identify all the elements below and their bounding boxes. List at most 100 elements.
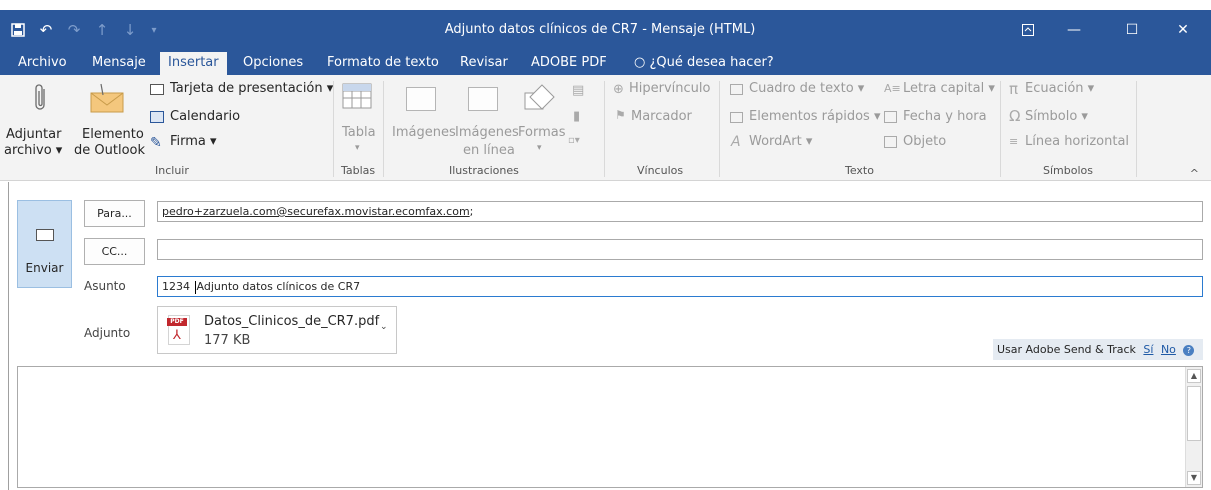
group-simbolos-label: Símbolos: [1043, 164, 1093, 177]
tarjeta-label: Tarjeta de presentación ▾: [170, 81, 334, 96]
scroll-thumb[interactable]: [1187, 386, 1201, 441]
save-icon[interactable]: [6, 10, 30, 50]
ribbon-separator: [383, 81, 384, 177]
group-tablas-label: Tablas: [341, 164, 376, 177]
online-picture-icon: [468, 87, 498, 111]
quick-parts-icon: [730, 112, 743, 123]
omega-icon: Ω: [1009, 107, 1021, 125]
cc-button[interactable]: CC...: [84, 238, 145, 265]
adobe-send-track-bar: Usar Adobe Send & Track Sí No ?: [993, 339, 1203, 360]
tab-opciones[interactable]: Opciones: [243, 50, 303, 75]
hyperlink-icon: ⊕: [613, 82, 624, 97]
help-icon[interactable]: ?: [1183, 344, 1195, 356]
imagenes-label: Imágenes: [392, 125, 456, 140]
date-time-icon: [884, 111, 897, 123]
tell-me-search[interactable]: ○ ¿Qué desea hacer?: [634, 50, 774, 75]
tab-mensaje[interactable]: Mensaje: [92, 50, 146, 75]
group-vinculos-label: Vínculos: [637, 164, 684, 177]
vertical-scrollbar[interactable]: ▲ ▼: [1185, 367, 1202, 487]
table-icon: [342, 83, 372, 112]
tabla-label: Tabla: [342, 125, 376, 140]
outlook-item-icon: [90, 83, 124, 116]
redo-icon[interactable]: ↷: [62, 10, 86, 50]
message-body[interactable]: ▲ ▼: [17, 366, 1203, 488]
tab-adobe-pdf[interactable]: ADOBE PDF: [531, 50, 607, 75]
chart-icon[interactable]: ▮: [573, 109, 580, 124]
shapes-icon: [524, 83, 558, 116]
signature-icon: ✎: [150, 135, 162, 151]
adobe-no-link[interactable]: No: [1161, 343, 1176, 356]
pi-icon: π: [1009, 80, 1019, 98]
attachment-label: Adjunto: [84, 326, 131, 340]
bookmark-icon: ⚑: [615, 108, 626, 122]
subject-field[interactable]: 1234 Adjunto datos clínicos de CR7: [157, 276, 1203, 297]
scroll-down-icon[interactable]: ▼: [1187, 471, 1201, 485]
ribbon-separator: [1000, 81, 1001, 177]
imagenes-linea-label-1: Imágenes: [455, 125, 519, 140]
drop-cap-icon: A≡: [884, 82, 901, 95]
collapse-ribbon-icon[interactable]: ^: [1190, 167, 1199, 180]
window-title: Adjunto datos clínicos de CR7 - Mensaje …: [444, 22, 756, 37]
elemento-label-2: de Outlook: [74, 143, 145, 158]
calendar-icon: [150, 111, 164, 123]
cc-field[interactable]: [157, 239, 1203, 260]
chevron-down-icon: ▾: [355, 143, 360, 153]
close-icon[interactable]: ✕: [1160, 10, 1206, 50]
to-separator: ;: [469, 205, 474, 218]
send-label: Enviar: [25, 261, 64, 275]
lightbulb-icon: ○: [634, 55, 646, 70]
customize-toolbar-icon[interactable]: ▾: [142, 10, 166, 50]
tab-revisar[interactable]: Revisar: [460, 50, 508, 75]
ribbon-display-icon[interactable]: [1005, 10, 1051, 50]
to-field[interactable]: pedro+zarzuela.com@securefax.movistar.ec…: [157, 201, 1203, 222]
arrow-up-icon[interactable]: ↑: [90, 10, 114, 50]
pdf-tag: PDF: [167, 318, 187, 326]
firma-label: Firma ▾: [170, 134, 217, 149]
group-ilustraciones-label: Ilustraciones: [449, 164, 519, 177]
tell-me-label: ¿Qué desea hacer?: [649, 55, 774, 70]
imagenes-linea-label-2: en línea: [463, 143, 515, 158]
tab-formato-texto[interactable]: Formato de texto: [327, 50, 439, 75]
chevron-down-icon: ▾: [537, 143, 542, 153]
maximize-icon[interactable]: ☐: [1109, 10, 1155, 50]
text-box-icon: [730, 84, 743, 95]
adobe-yes-link[interactable]: Sí: [1143, 343, 1153, 356]
to-button[interactable]: Para...: [84, 200, 145, 227]
fecha-hora-label: Fecha y hora: [903, 109, 987, 124]
screenshot-icon[interactable]: ▫▾: [568, 135, 580, 146]
attachment-dropdown-icon[interactable]: ⌄: [380, 322, 388, 332]
attachment-item[interactable]: PDF ⅄ Datos_Clinicos_de_CR7.pdf 177 KB ⌄: [157, 306, 397, 354]
tab-archivo[interactable]: Archivo: [18, 50, 67, 75]
cuadro-texto-label: Cuadro de texto ▾: [749, 81, 865, 96]
scroll-up-icon[interactable]: ▲: [1187, 369, 1201, 383]
arrow-down-icon[interactable]: ↓: [118, 10, 142, 50]
ribbon-separator: [604, 81, 605, 177]
objeto-label: Objeto: [903, 134, 947, 149]
adobe-send-track-text: Usar Adobe Send & Track: [997, 343, 1136, 356]
linea-horizontal-label: Línea horizontal: [1025, 134, 1130, 149]
attachment-name: Datos_Clinicos_de_CR7.pdf: [204, 314, 380, 329]
subject-text-start: 1234: [162, 280, 194, 293]
undo-icon[interactable]: ↶: [34, 10, 58, 50]
send-button[interactable]: Enviar: [17, 200, 72, 288]
ribbon-separator: [719, 81, 720, 177]
marcador-label: Marcador: [631, 109, 692, 124]
wordart-icon: A: [731, 134, 741, 150]
to-recipient[interactable]: pedro+zarzuela.com@securefax.movistar.ec…: [162, 205, 470, 218]
elementos-rapidos-label: Elementos rápidos ▾: [749, 109, 881, 124]
elemento-label-1: Elemento: [82, 127, 144, 142]
ribbon-separator: [1136, 81, 1137, 177]
horizontal-line-icon: ≡: [1009, 135, 1019, 148]
tab-insertar[interactable]: Insertar: [160, 52, 227, 75]
formas-label: Formas: [518, 125, 566, 140]
text-caret: [194, 280, 196, 294]
business-card-icon: [150, 84, 164, 95]
ecuacion-label: Ecuación ▾: [1025, 81, 1095, 96]
simbolo-label: Símbolo ▾: [1025, 109, 1088, 124]
send-icon: [36, 229, 54, 241]
smartart-icon[interactable]: ▤: [572, 83, 584, 98]
group-texto-label: Texto: [845, 164, 874, 177]
minimize-icon[interactable]: —: [1051, 10, 1097, 50]
attachment-size: 177 KB: [204, 333, 251, 348]
adjuntar-label-2: archivo ▾: [4, 143, 63, 158]
